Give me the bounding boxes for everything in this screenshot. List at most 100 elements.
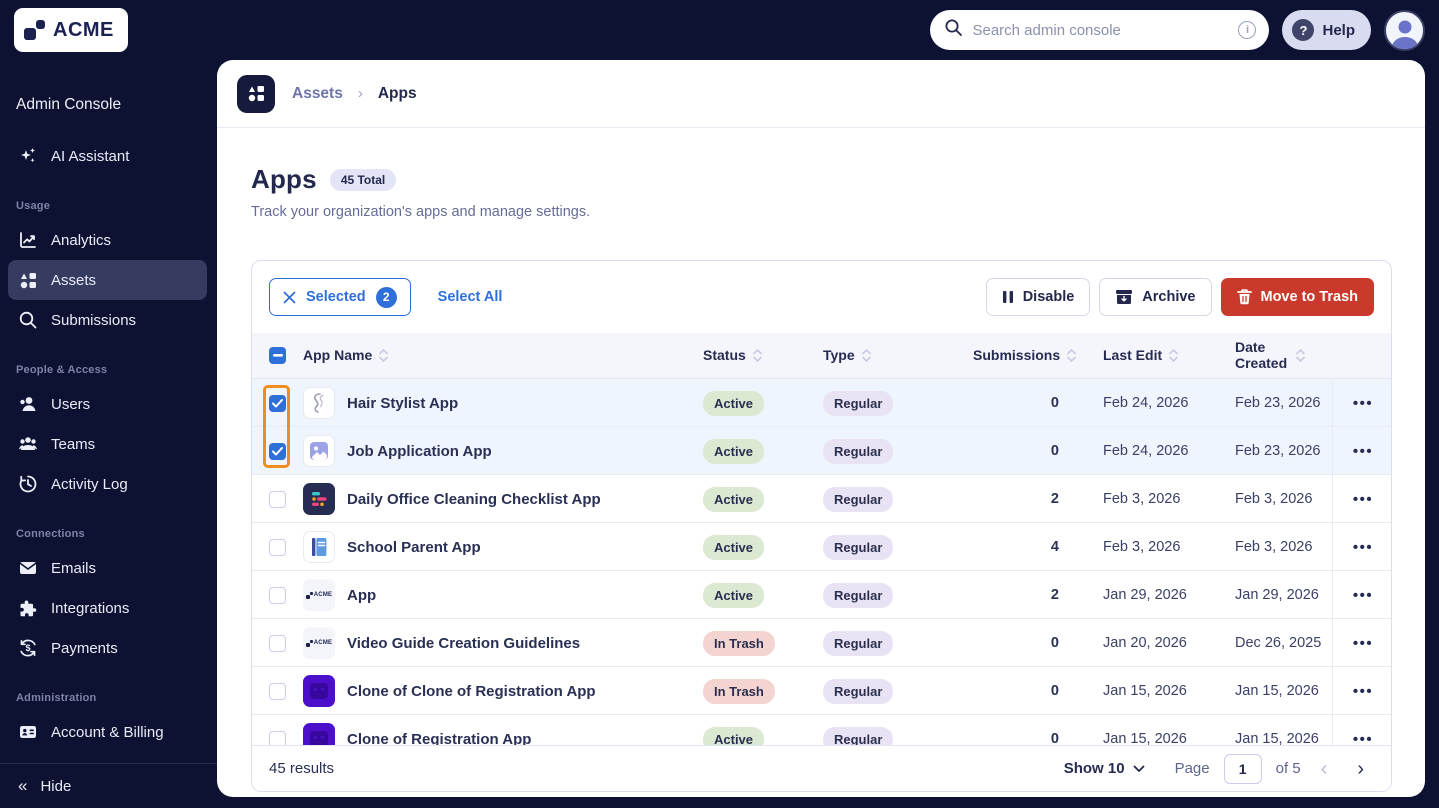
- archive-icon: [1116, 290, 1133, 304]
- table-row[interactable]: Clone of Clone of Registration App In Tr…: [252, 667, 1391, 715]
- next-page-button[interactable]: ›: [1347, 759, 1374, 779]
- page-subtitle: Track your organization's apps and manag…: [251, 204, 591, 220]
- table-row[interactable]: ACME Video Guide Creation Guidelines In …: [252, 619, 1391, 667]
- team-icon: [18, 434, 38, 454]
- app-name[interactable]: Daily Office Cleaning Checklist App: [347, 491, 601, 508]
- row-checkbox[interactable]: [269, 634, 286, 652]
- sort-app-name-icon[interactable]: [379, 348, 389, 363]
- row-actions-button[interactable]: •••: [1349, 582, 1377, 609]
- app-name[interactable]: School Parent App: [347, 539, 481, 556]
- row-checkbox[interactable]: [269, 442, 286, 460]
- last-edit-date: Feb 24, 2026: [1103, 443, 1189, 459]
- history-clock-icon: [18, 474, 38, 494]
- status-badge: Active: [703, 582, 765, 608]
- sort-date-created-icon[interactable]: [1296, 348, 1305, 363]
- row-checkbox[interactable]: [269, 586, 286, 604]
- avatar[interactable]: [1384, 9, 1425, 51]
- breadcrumb-assets-link[interactable]: Assets: [292, 85, 343, 103]
- section-people-access: People & Access: [16, 364, 108, 376]
- status-badge: In Trash: [703, 678, 775, 704]
- type-badge: Regular: [823, 438, 894, 464]
- app-name[interactable]: Hair Stylist App: [347, 395, 458, 412]
- date-created: Jan 15, 2026: [1235, 683, 1319, 699]
- sort-submissions-icon[interactable]: [1067, 348, 1076, 363]
- last-edit-date: Jan 29, 2026: [1103, 587, 1187, 603]
- archive-button[interactable]: Archive: [1099, 278, 1212, 316]
- row-actions-button[interactable]: •••: [1349, 438, 1377, 465]
- info-icon[interactable]: i: [1238, 21, 1257, 39]
- console-title: Admin Console: [16, 96, 122, 113]
- clear-selection-button[interactable]: Selected 2: [269, 278, 411, 316]
- app-name[interactable]: App: [347, 587, 376, 604]
- table-row[interactable]: School Parent App Active Regular 4 Feb 3…: [252, 523, 1391, 571]
- date-created: Dec 26, 2025: [1235, 635, 1322, 651]
- sidebar-item-activity-log[interactable]: Activity Log: [8, 464, 207, 504]
- table-row[interactable]: Clone of Registration App Active Regular…: [252, 715, 1391, 745]
- date-created: Feb 23, 2026: [1235, 443, 1321, 459]
- date-created: Jan 29, 2026: [1235, 587, 1319, 603]
- trash-icon: [1236, 289, 1252, 305]
- row-actions-button[interactable]: •••: [1349, 486, 1377, 513]
- sort-status-icon[interactable]: [752, 348, 762, 363]
- hide-sidebar-button[interactable]: « Hide: [0, 764, 217, 808]
- sidebar-item-integrations[interactable]: Integrations: [8, 588, 207, 628]
- row-checkbox[interactable]: [269, 538, 286, 556]
- app-name[interactable]: Video Guide Creation Guidelines: [347, 635, 580, 652]
- table-footer: 45 results Show 10 Page of 5 ‹ ›: [252, 745, 1391, 791]
- help-button[interactable]: ? Help: [1282, 10, 1371, 50]
- results-count: 45 results: [269, 760, 335, 777]
- disable-button[interactable]: Disable: [985, 278, 1091, 316]
- page-label: Page: [1174, 760, 1210, 777]
- app-name[interactable]: Job Application App: [347, 443, 492, 460]
- row-checkbox[interactable]: [269, 682, 286, 700]
- status-badge: In Trash: [703, 630, 775, 656]
- app-icon: [303, 675, 335, 707]
- last-edit-date: Jan 20, 2026: [1103, 635, 1187, 651]
- select-all-checkbox[interactable]: [269, 347, 286, 364]
- puzzle-icon: [18, 598, 38, 618]
- collapse-chevrons-icon: «: [18, 776, 28, 795]
- page-of-label: of 5: [1275, 760, 1301, 777]
- prev-page-button[interactable]: ‹: [1311, 759, 1338, 779]
- select-all-button[interactable]: Select All: [438, 289, 503, 305]
- sidebar-item-emails[interactable]: Emails: [8, 548, 207, 588]
- date-created: Feb 3, 2026: [1235, 539, 1313, 555]
- brand-logo[interactable]: ACME: [14, 8, 128, 52]
- search-input[interactable]: [972, 21, 1230, 39]
- table-row[interactable]: Daily Office Cleaning Checklist App Acti…: [252, 475, 1391, 523]
- sidebar-item-submissions[interactable]: Submissions: [8, 300, 207, 340]
- sidebar-item-assets[interactable]: Assets: [8, 260, 207, 300]
- sidebar-item-ai-assistant[interactable]: AI Assistant: [8, 136, 207, 176]
- submissions-count: 4: [1050, 539, 1059, 555]
- submissions-count: 2: [1050, 587, 1059, 603]
- sidebar-item-teams[interactable]: Teams: [8, 424, 207, 464]
- sidebar-item-payments[interactable]: $ Payments: [8, 628, 207, 668]
- analytics-icon: [18, 230, 38, 250]
- sidebar-item-account-billing[interactable]: Account & Billing: [8, 712, 207, 752]
- row-actions-button[interactable]: •••: [1349, 726, 1377, 746]
- table-body: App Name Status Type Submissions Last Ed…: [252, 333, 1391, 745]
- sidebar-item-analytics[interactable]: Analytics: [8, 220, 207, 260]
- row-actions-button[interactable]: •••: [1349, 390, 1377, 417]
- move-to-trash-button[interactable]: Move to Trash: [1220, 278, 1374, 316]
- row-actions-button[interactable]: •••: [1349, 678, 1377, 705]
- row-actions-button[interactable]: •••: [1349, 534, 1377, 561]
- admin-search[interactable]: i: [930, 10, 1270, 50]
- app-name[interactable]: Clone of Registration App: [347, 731, 531, 746]
- row-checkbox[interactable]: [269, 490, 286, 508]
- table-row[interactable]: Hair Stylist App Active Regular 0 Feb 24…: [252, 379, 1391, 427]
- row-checkbox[interactable]: [269, 394, 286, 412]
- show-per-page-select[interactable]: Show 10: [1064, 760, 1145, 777]
- svg-text:$: $: [25, 643, 30, 653]
- row-actions-button[interactable]: •••: [1349, 630, 1377, 657]
- sort-type-icon[interactable]: [861, 348, 871, 363]
- page-number-input[interactable]: [1223, 753, 1262, 784]
- sort-last-edit-icon[interactable]: [1169, 348, 1178, 363]
- type-badge: Regular: [823, 534, 894, 560]
- table-row[interactable]: Job Application App Active Regular 0 Feb…: [252, 427, 1391, 475]
- app-name[interactable]: Clone of Clone of Registration App: [347, 683, 596, 700]
- sidebar-item-users[interactable]: Users: [8, 384, 207, 424]
- dollar-cycle-icon: $: [18, 638, 38, 658]
- row-checkbox[interactable]: [269, 730, 286, 745]
- table-row[interactable]: ACME App Active Regular 2 Jan 29, 2026 J…: [252, 571, 1391, 619]
